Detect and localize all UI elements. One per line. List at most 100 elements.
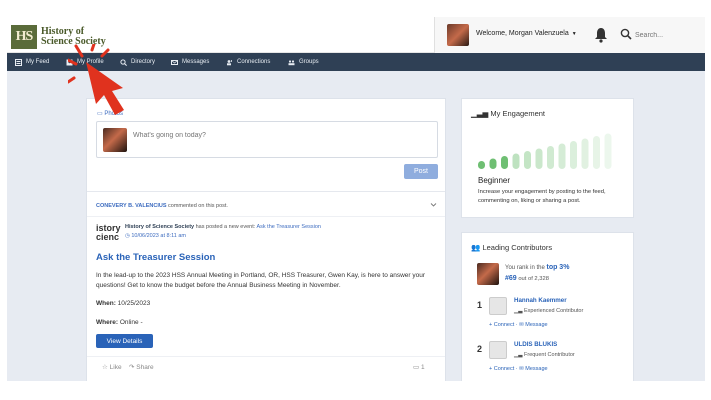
nav-groups[interactable]: Groups <box>288 53 319 71</box>
bell-icon[interactable] <box>594 27 608 43</box>
divider <box>87 191 445 192</box>
engagement-bar <box>512 153 520 169</box>
contributor-level-text: Experienced Contributor <box>524 308 584 314</box>
rank-sub: #69 out of 2,328 <box>505 275 549 282</box>
event-description: In the lead-up to the 2023 HSS Annual Me… <box>96 272 426 289</box>
signal-icon: ▁▃ <box>514 308 524 314</box>
post-composer[interactable] <box>96 121 438 158</box>
like-label: Like <box>109 364 122 371</box>
nav-label: Messages <box>182 59 210 65</box>
message-link[interactable]: ✉ Message <box>519 366 547 372</box>
contributors-card: 👥 Leading Contributors You rank in the t… <box>461 232 634 381</box>
posted-line: History of Science Society has posted a … <box>125 224 321 230</box>
signal-icon: ▁▃ <box>514 352 524 358</box>
avatar <box>103 128 127 152</box>
event-where: Where: Online - <box>96 319 143 326</box>
contributor-level: ▁▃ Experienced Contributor <box>514 308 583 314</box>
contributor-rank: 2 <box>477 344 483 354</box>
rank-prefix: You rank in the <box>505 265 545 271</box>
contributors-title-text: Leading Contributors <box>482 243 553 252</box>
avatar[interactable] <box>489 297 507 315</box>
engagement-bar <box>478 161 485 169</box>
engagement-card: ▁▃▅ My Engagement Beginner Increase your… <box>461 98 634 218</box>
nav-messages[interactable]: Messages <box>171 53 209 71</box>
chevron-down-icon[interactable] <box>430 201 437 208</box>
event-title[interactable]: Ask the Treasurer Session <box>96 252 215 263</box>
contributor-actions: + Connect · ✉ Message <box>489 322 548 328</box>
when-value: 10/25/2023 <box>117 300 151 307</box>
poster-name[interactable]: History of Science Society <box>125 224 194 230</box>
engagement-meter <box>478 133 612 169</box>
divider <box>87 356 445 357</box>
contributor-name[interactable]: Hannah Kaemmer <box>514 297 567 304</box>
post-date-text: 10/06/2023 at 8:11 am <box>131 233 186 239</box>
event-link[interactable]: Ask the Treasurer Session <box>256 224 321 230</box>
connections-icon <box>227 59 232 65</box>
avatar[interactable] <box>477 263 499 285</box>
signal-icon: ▁▃▅ <box>471 109 491 118</box>
message-label: Message <box>525 322 548 328</box>
contributors-title: 👥 Leading Contributors <box>471 243 552 252</box>
red-cursor-arrow-icon <box>68 44 124 115</box>
divider <box>87 216 445 217</box>
where-value: Online - <box>119 319 143 326</box>
view-details-button[interactable]: View Details <box>96 334 153 348</box>
user-menu[interactable]: Welcome, Morgan Valenzuela ▼ <box>476 30 577 37</box>
comments-count[interactable]: ▭ 1 <box>413 363 425 371</box>
commented-text: commented on this post. <box>168 203 228 209</box>
engagement-bar <box>593 136 600 169</box>
engagement-bar <box>570 141 577 169</box>
rank-suffix: out of 2,328 <box>518 276 549 282</box>
share-button[interactable]: ↷ Share <box>129 363 154 371</box>
engagement-bar <box>501 156 508 169</box>
contributor-row: 2 ULDIS BLUKIS ▁▃ Frequent Contributor +… <box>477 341 627 381</box>
avatar[interactable] <box>447 24 469 46</box>
contributor-actions: + Connect · ✉ Message <box>489 366 548 372</box>
share-label: Share <box>136 364 154 371</box>
engagement-bar <box>558 143 566 169</box>
engagement-level: Beginner <box>478 176 511 185</box>
nav-connections[interactable]: Connections <box>226 53 270 71</box>
engagement-bar <box>489 158 497 169</box>
engagement-bar <box>547 146 554 169</box>
rank-value: top 3% <box>546 264 570 271</box>
posted-text: has posted a new event: <box>195 224 256 230</box>
post-date[interactable]: ◷ 10/06/2023 at 8:11 am <box>125 233 186 239</box>
event-logo: istory cienc <box>96 224 122 242</box>
contributor-name[interactable]: ULDIS BLUKIS <box>514 341 557 348</box>
rank-number: #69 <box>505 275 517 282</box>
search-icon[interactable] <box>620 28 632 40</box>
contributor-level-text: Frequent Contributor <box>524 352 575 358</box>
caret-down-icon: ▼ <box>571 31 577 37</box>
connect-link[interactable]: + Connect <box>489 322 514 328</box>
nav-label: Connections <box>237 59 271 65</box>
connect-link[interactable]: + Connect <box>489 366 514 372</box>
engagement-bar <box>581 138 589 169</box>
contributor-rank: 1 <box>477 300 483 310</box>
avatar[interactable] <box>489 341 507 359</box>
comment-count-value: 1 <box>420 364 425 371</box>
nav-label: Groups <box>299 59 319 65</box>
post-button[interactable]: Post <box>404 164 438 179</box>
event-when: When: 10/25/2023 <box>96 300 150 307</box>
nav-my-feed[interactable]: My Feed <box>15 53 49 71</box>
connect-label: Connect <box>493 366 515 372</box>
engagement-title: ▁▃▅ My Engagement <box>471 109 545 118</box>
user-area: Welcome, Morgan Valenzuela ▼ <box>434 17 705 53</box>
contributor-level: ▁▃ Frequent Contributor <box>514 352 575 358</box>
like-button[interactable]: ☆ Like <box>102 363 122 371</box>
commenter-name[interactable]: CONEVERY B. VALENCIUS <box>96 203 167 209</box>
when-label: When: <box>96 300 116 307</box>
engagement-bar <box>535 148 543 169</box>
engagement-bar <box>604 133 612 169</box>
post-input[interactable] <box>133 132 333 139</box>
search-input[interactable] <box>635 27 695 43</box>
comment-icon: ▭ <box>413 364 421 371</box>
contributor-row: 1 Hannah Kaemmer ▁▃ Experienced Contribu… <box>477 297 627 337</box>
welcome-text: Welcome, Morgan Valenzuela <box>476 30 569 37</box>
feed-card: ▭ Photos Post CONEVERY B. VALENCIUS comm… <box>86 98 446 381</box>
star-icon: ☆ <box>102 364 110 371</box>
message-link[interactable]: ✉ Message <box>519 322 547 328</box>
nav-label: My Feed <box>26 59 50 65</box>
logo-mark: HS <box>11 25 37 49</box>
